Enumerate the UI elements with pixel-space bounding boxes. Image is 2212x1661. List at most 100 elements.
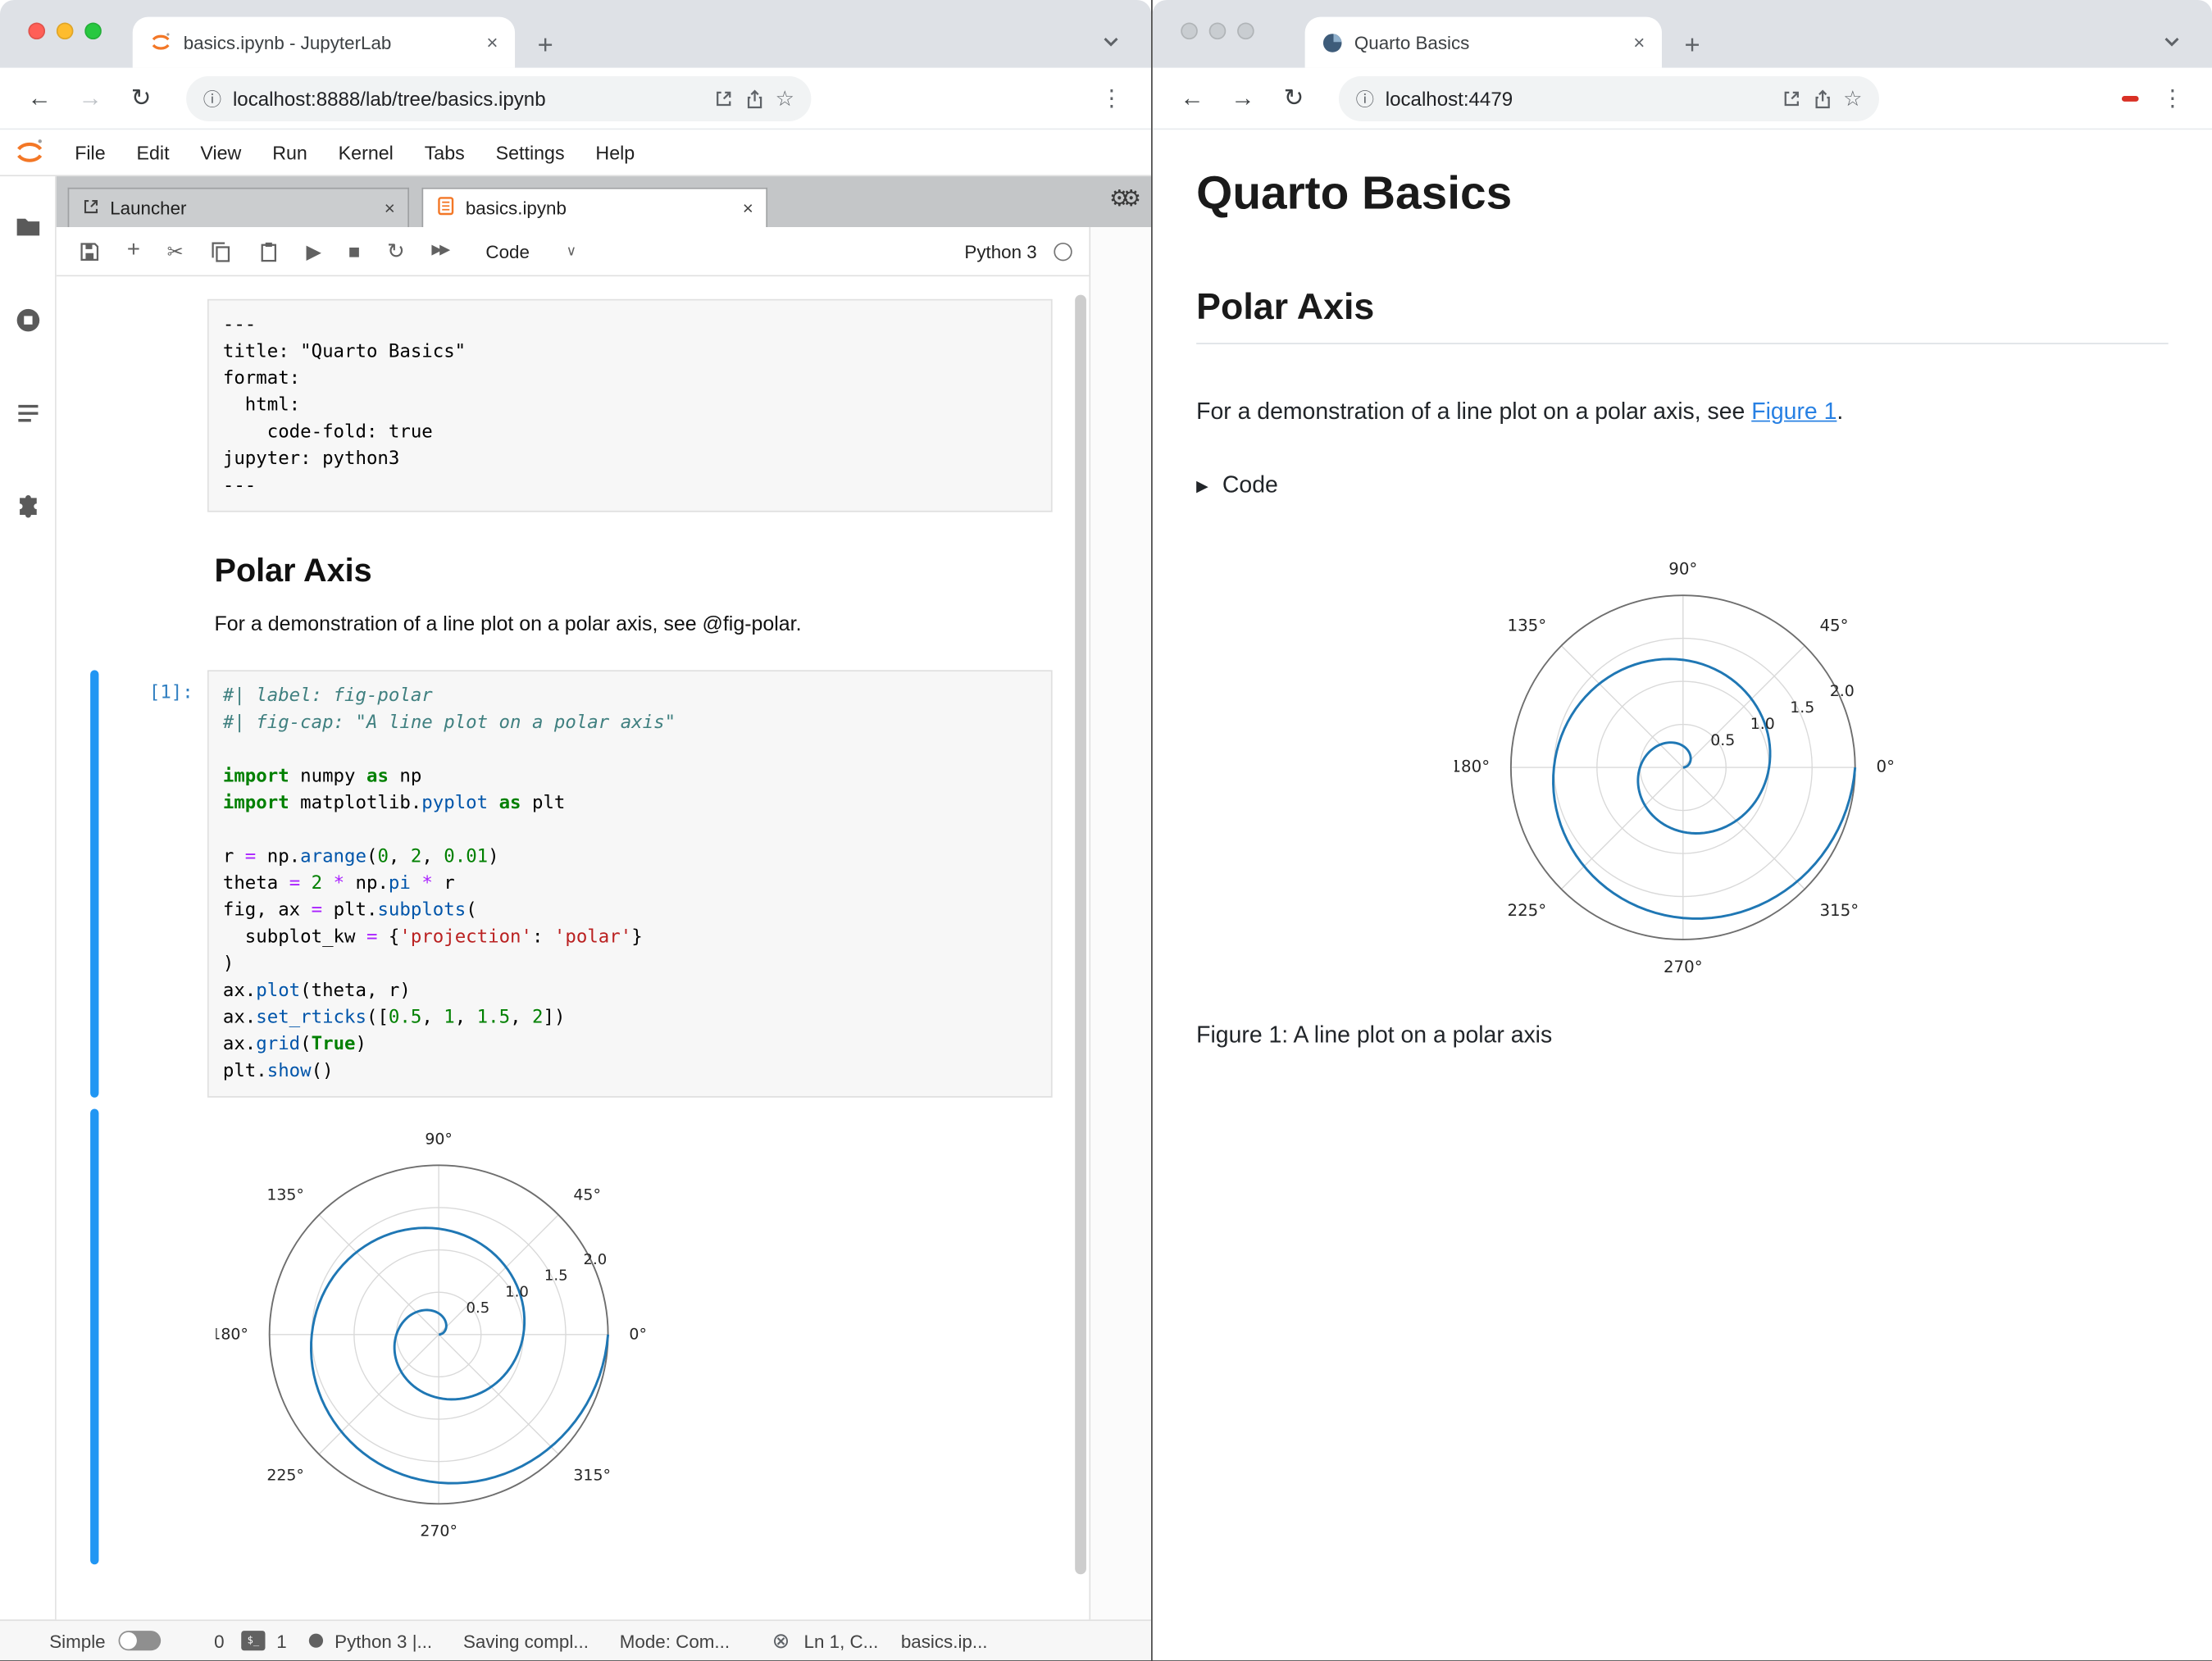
editor-mode[interactable]: Mode: Com...	[620, 1630, 730, 1651]
figure-link[interactable]: Figure 1	[1751, 399, 1837, 425]
share-icon[interactable]	[1812, 89, 1832, 108]
menu-settings[interactable]: Settings	[480, 130, 580, 175]
back-icon[interactable]: ←	[23, 84, 57, 111]
svg-text:270°: 270°	[420, 1522, 457, 1540]
url-text[interactable]: localhost:4479	[1386, 87, 1770, 110]
cell-type-dropdown[interactable]: Code ∨	[485, 240, 576, 262]
menu-tabs[interactable]: Tabs	[409, 130, 480, 175]
address-bar[interactable]: ⓘ localhost:8888/lab/tree/basics.ipynb ☆	[186, 75, 812, 121]
browser-toolbar: ← → ↻ ⓘ localhost:4479 ☆ ⋮	[1152, 67, 2212, 130]
share-icon[interactable]	[744, 89, 764, 108]
scrollbar-thumb[interactable]	[1075, 295, 1086, 1574]
cell-collapser[interactable]	[90, 299, 98, 512]
run-cell-icon[interactable]: ▶	[307, 241, 322, 261]
open-in-new-icon[interactable]	[713, 89, 733, 108]
tab-title: basics.ipynb - JupyterLab	[183, 31, 392, 53]
active-cell-collapser[interactable]	[90, 670, 99, 1098]
code-fold-toggle[interactable]: ▶ Code	[1196, 472, 2169, 499]
tab-list-chevron-icon[interactable]	[2163, 33, 2181, 51]
body-paragraph: For a demonstration of a line plot on a …	[1196, 395, 2169, 430]
bookmark-star-icon[interactable]: ☆	[776, 85, 794, 111]
open-in-new-icon[interactable]	[1781, 89, 1800, 108]
menu-kernel[interactable]: Kernel	[323, 130, 409, 175]
cursor-position[interactable]: Ln 1, C...	[804, 1630, 879, 1651]
close-tab-icon[interactable]: ×	[1631, 31, 1648, 54]
dock-tab-notebook[interactable]: basics.ipynb ×	[421, 187, 768, 228]
property-inspector-gears-icon[interactable]: ⚙⚙	[1109, 184, 1141, 212]
new-tab-button[interactable]: +	[1685, 33, 1700, 60]
browser-tab-jupyterlab[interactable]: basics.ipynb - JupyterLab ×	[132, 16, 516, 68]
bookmark-star-icon[interactable]: ☆	[1843, 85, 1862, 111]
close-tab-icon[interactable]: ×	[484, 31, 501, 54]
paragraph-text: For a demonstration of a line plot on a …	[1196, 398, 1752, 425]
close-notebook-tab-icon[interactable]: ×	[743, 198, 753, 219]
extension-icon[interactable]	[2121, 95, 2139, 102]
svg-text:0.5: 0.5	[466, 1299, 489, 1317]
site-info-icon[interactable]: ⓘ	[1356, 84, 1374, 111]
figure-caption: Figure 1: A line plot on a polar axis	[1196, 1022, 1553, 1049]
browser-menu-icon[interactable]: ⋮	[2161, 84, 2184, 111]
file-browser-icon[interactable]	[13, 213, 41, 248]
reload-icon[interactable]: ↻	[1277, 84, 1310, 111]
copy-cells-icon[interactable]	[211, 240, 232, 262]
terminals-count[interactable]: 0	[214, 1630, 224, 1651]
site-info-icon[interactable]: ⓘ	[203, 84, 221, 111]
active-cell-collapser[interactable]	[90, 1108, 99, 1565]
forward-icon[interactable]: →	[73, 84, 107, 111]
restart-run-all-icon[interactable]: ▶▶	[431, 243, 450, 258]
notebook-scrollbar[interactable]	[1075, 282, 1086, 1613]
menu-help[interactable]: Help	[580, 130, 651, 175]
menu-file[interactable]: File	[59, 130, 121, 175]
close-launcher-tab-icon[interactable]: ×	[385, 198, 395, 219]
markdown-cell[interactable]: Polar Axis For a demonstration of a line…	[90, 552, 1089, 636]
notebook-scroll-area[interactable]: --- title: "Quarto Basics" format: html: c…	[56, 276, 1090, 1620]
output-prompt	[98, 1108, 207, 1564]
tab-list-chevron-icon[interactable]	[1102, 33, 1120, 51]
insert-cell-icon[interactable]: +	[127, 239, 140, 263]
restart-kernel-icon[interactable]: ↻	[387, 240, 405, 262]
kernel-indicator[interactable]: Python 3	[964, 240, 1072, 262]
simple-mode-toggle[interactable]	[118, 1631, 161, 1651]
svg-text:45°: 45°	[1819, 616, 1848, 635]
cell-prompt	[98, 299, 207, 512]
running-sessions-icon[interactable]	[13, 306, 41, 341]
dock-tab-label: Launcher	[110, 197, 187, 219]
code-cell[interactable]: [1]: #| label: fig-polar #| fig-cap: "A l…	[90, 670, 1089, 1098]
url-text[interactable]: localhost:8888/lab/tree/basics.ipynb	[233, 87, 702, 110]
close-window-button[interactable]	[28, 22, 46, 40]
kernel-status-icon	[1054, 242, 1072, 261]
cell-collapser[interactable]	[90, 552, 98, 636]
page-title: Quarto Basics	[1196, 166, 1513, 219]
paste-cells-icon[interactable]	[258, 240, 280, 262]
fullscreen-window-button[interactable]	[1237, 22, 1254, 40]
menu-run[interactable]: Run	[257, 130, 322, 175]
table-of-contents-icon[interactable]	[13, 399, 41, 435]
svg-text:0.5: 0.5	[1709, 731, 1734, 749]
dock-tab-launcher[interactable]: Launcher ×	[67, 187, 410, 228]
notification-icon[interactable]: ⊗	[772, 1628, 790, 1653]
code-cell-editor[interactable]: #| label: fig-polar #| fig-cap: "A line p…	[207, 670, 1053, 1098]
address-bar[interactable]: ⓘ localhost:4479 ☆	[1338, 75, 1879, 121]
new-tab-button[interactable]: +	[538, 33, 553, 60]
right-sidebar-collapsed[interactable]	[1089, 227, 1152, 1620]
close-window-button[interactable]	[1181, 22, 1198, 40]
extensions-icon[interactable]	[13, 493, 41, 528]
save-icon[interactable]	[79, 240, 100, 262]
kernels-count[interactable]: 1	[276, 1630, 286, 1651]
browser-menu-icon[interactable]: ⋮	[1100, 84, 1123, 111]
kernel-status-text[interactable]: Python 3 |...	[335, 1630, 432, 1651]
svg-text:270°: 270°	[1663, 958, 1702, 976]
fullscreen-window-button[interactable]	[84, 22, 102, 40]
menu-edit[interactable]: Edit	[121, 130, 185, 175]
minimize-window-button[interactable]	[1208, 22, 1227, 40]
stop-kernel-icon[interactable]: ■	[348, 241, 361, 261]
raw-cell[interactable]: --- title: "Quarto Basics" format: html: c…	[90, 298, 1089, 512]
browser-tab-quarto[interactable]: Quarto Basics ×	[1304, 16, 1662, 68]
back-icon[interactable]: ←	[1175, 84, 1208, 111]
menu-view[interactable]: View	[184, 130, 257, 175]
reload-icon[interactable]: ↻	[124, 84, 157, 111]
cut-cells-icon[interactable]: ✂	[167, 241, 184, 261]
forward-icon[interactable]: →	[1226, 84, 1259, 111]
raw-cell-editor[interactable]: --- title: "Quarto Basics" format: html: c…	[207, 298, 1053, 512]
minimize-window-button[interactable]	[56, 22, 74, 40]
